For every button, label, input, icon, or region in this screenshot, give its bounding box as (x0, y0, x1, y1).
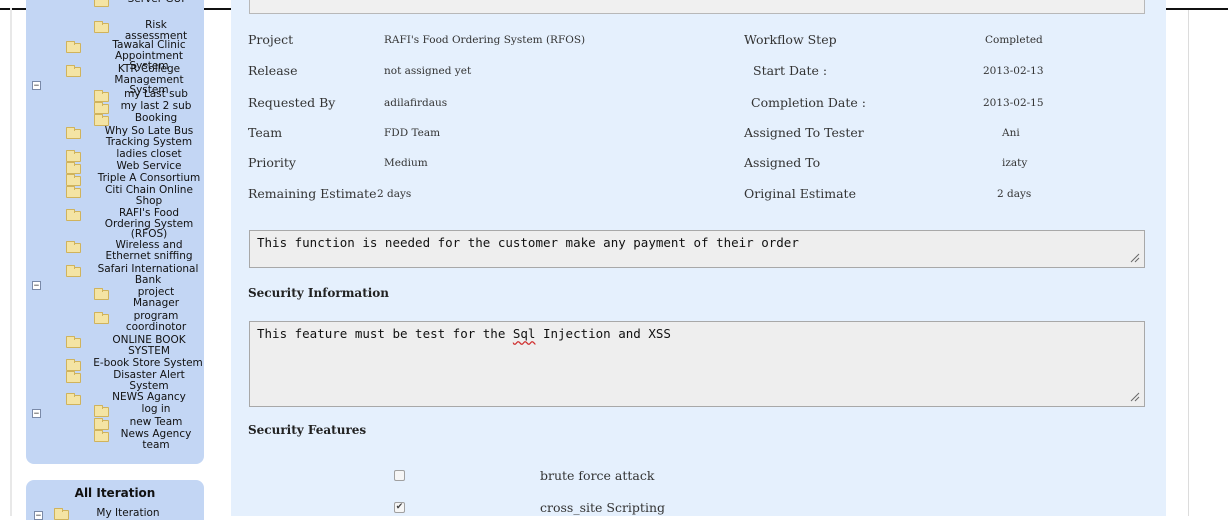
folder-icon (66, 393, 81, 405)
workflow-step-value: Completed (985, 34, 1043, 46)
all-iteration-panel: All Iteration − My Iteration (26, 480, 204, 520)
assigned-to-value: izaty (1002, 157, 1028, 169)
brute-force-attack-checkbox[interactable] (394, 470, 405, 481)
completion-date-value: 2013-02-15 (983, 97, 1044, 109)
resize-grip-icon[interactable] (1130, 253, 1140, 263)
folder-icon (94, 418, 109, 430)
original-estimate-label: Original Estimate (744, 186, 856, 201)
tree-item-why-so-late-bus-tracking-system[interactable]: Why So Late Bus Tracking System (94, 126, 204, 147)
folder-icon (66, 41, 81, 53)
tree-item-new-team[interactable]: new Team (116, 417, 196, 428)
tree-item-news-agency-team[interactable]: News Agency team (116, 429, 196, 450)
priority-value: Medium (384, 157, 428, 169)
tree-item-my-last-sub[interactable]: my Last sub (116, 89, 196, 100)
tree-item-news-agancy[interactable]: NEWS Agancy (94, 392, 204, 403)
folder-icon (66, 336, 81, 348)
brute-force-attack-label: brute force attack (540, 468, 655, 483)
tree-item-e-book-store-system[interactable]: E-book Store System (92, 358, 204, 369)
remaining-estimate-label: Remaining Estimate (248, 186, 377, 201)
collapse-toggle-icon[interactable]: − (32, 281, 41, 291)
folder-icon (94, 0, 109, 7)
folder-icon (66, 127, 81, 139)
tree-item-safari-international-bank[interactable]: Safari International Bank (92, 264, 204, 285)
folder-icon (66, 162, 81, 174)
all-iteration-title: All Iteration (74, 486, 156, 500)
folder-icon (66, 265, 81, 277)
team-label: Team (248, 125, 283, 140)
folder-icon (66, 241, 81, 253)
original-estimate-value: 2 days (997, 188, 1032, 200)
cross-site-scripting-checkbox[interactable]: ✔ (394, 502, 405, 513)
tree-item-citi-chain-online-shop[interactable]: Citi Chain Online Shop (94, 185, 204, 206)
tree-item-triple-a-consortium[interactable]: Triple A Consortium (94, 173, 204, 184)
tree-item-risk-assessment[interactable]: Risk assessment (116, 20, 196, 41)
folder-icon (66, 150, 81, 162)
assigned-to-tester-label: Assigned To Tester (744, 125, 864, 140)
remaining-estimate-value: 2 days (377, 188, 412, 200)
tree-item-web-service[interactable]: Web Service (94, 161, 204, 172)
collapse-toggle-icon[interactable]: − (32, 81, 41, 91)
tree-item-project-manager[interactable]: project Manager (116, 287, 196, 308)
tree-item-disaster-alert-system[interactable]: Disaster Alert System (94, 370, 204, 391)
folder-icon (66, 209, 81, 221)
folder-icon (66, 186, 81, 198)
description-textarea[interactable]: This function is needed for the customer… (249, 230, 1145, 268)
collapse-toggle-icon[interactable]: − (32, 409, 41, 419)
folder-icon (94, 430, 109, 442)
security-text-flagged: Sql (512, 326, 536, 341)
folder-icon (94, 288, 109, 300)
release-value: not assigned yet (384, 65, 472, 77)
project-tree-panel: Server GUIRiskassessmentTawakal ClinicAp… (26, 0, 204, 464)
page-scrollbar-track[interactable] (1188, 10, 1189, 516)
assigned-to-tester-value: Ani (1002, 127, 1020, 139)
folder-icon (66, 174, 81, 186)
previous-textarea-bottom[interactable] (249, 0, 1145, 14)
description-text: This function is needed for the customer… (257, 235, 799, 250)
security-text-after: Injection and XSS (535, 326, 671, 341)
start-date-label: Start Date : (753, 63, 828, 78)
workflow-step-label: Workflow Step (744, 32, 837, 47)
security-text-before: This feature must be test for the (257, 326, 513, 341)
release-label: Release (248, 63, 298, 78)
tree-item-wireless-and-ethernet-sniffing[interactable]: Wireless and Ethernet sniffing (94, 240, 204, 261)
tree-item-log-in[interactable]: log in (116, 404, 196, 415)
tree-item-booking[interactable]: Booking (116, 113, 196, 124)
assigned-to-label: Assigned To (744, 155, 821, 170)
folder-icon (94, 405, 109, 417)
start-date-value: 2013-02-13 (983, 65, 1044, 77)
tree-item-online-book-system[interactable]: ONLINE BOOK SYSTEM (94, 335, 204, 356)
tree-item-rafi-s-food-ordering-system-rfos[interactable]: RAFI's Food Ordering System (RFOS) (94, 208, 204, 240)
cross-site-scripting-label: cross_site Scripting (540, 500, 665, 515)
folder-icon (94, 102, 109, 114)
folder-icon (66, 371, 81, 383)
folder-icon (94, 90, 109, 102)
tree-item-my-iteration[interactable]: My Iteration (88, 508, 168, 519)
team-value: FDD Team (384, 127, 441, 139)
security-information-textarea[interactable]: This feature must be test for the Sql In… (249, 321, 1145, 407)
tree-item-ladies-closet[interactable]: ladies closet (94, 149, 204, 160)
folder-icon (54, 508, 69, 520)
folder-icon (94, 312, 109, 324)
completion-date-label: Completion Date : (751, 95, 866, 110)
requested-by-value: adilafirdaus (384, 97, 448, 109)
requirement-detail-panel: Project RAFI's Food Ordering System (RFO… (231, 0, 1166, 516)
tree-item-my-last-2-sub[interactable]: my last 2 sub (116, 101, 196, 112)
folder-icon (66, 359, 81, 371)
resize-grip-icon[interactable] (1130, 392, 1140, 402)
folder-icon (94, 21, 109, 33)
tree-item-program-coordinotor[interactable]: program coordinotor (116, 311, 196, 332)
security-features-title: Security Features (248, 423, 367, 437)
folder-icon (66, 65, 81, 77)
requested-by-label: Requested By (248, 95, 336, 110)
security-information-title: Security Information (248, 286, 390, 300)
project-label: Project (248, 32, 294, 47)
tree-item-server-gui[interactable]: Server GUI (121, 0, 191, 5)
priority-label: Priority (248, 155, 296, 170)
window-left-border (10, 8, 12, 516)
project-value: RAFI's Food Ordering System (RFOS) (384, 34, 586, 46)
